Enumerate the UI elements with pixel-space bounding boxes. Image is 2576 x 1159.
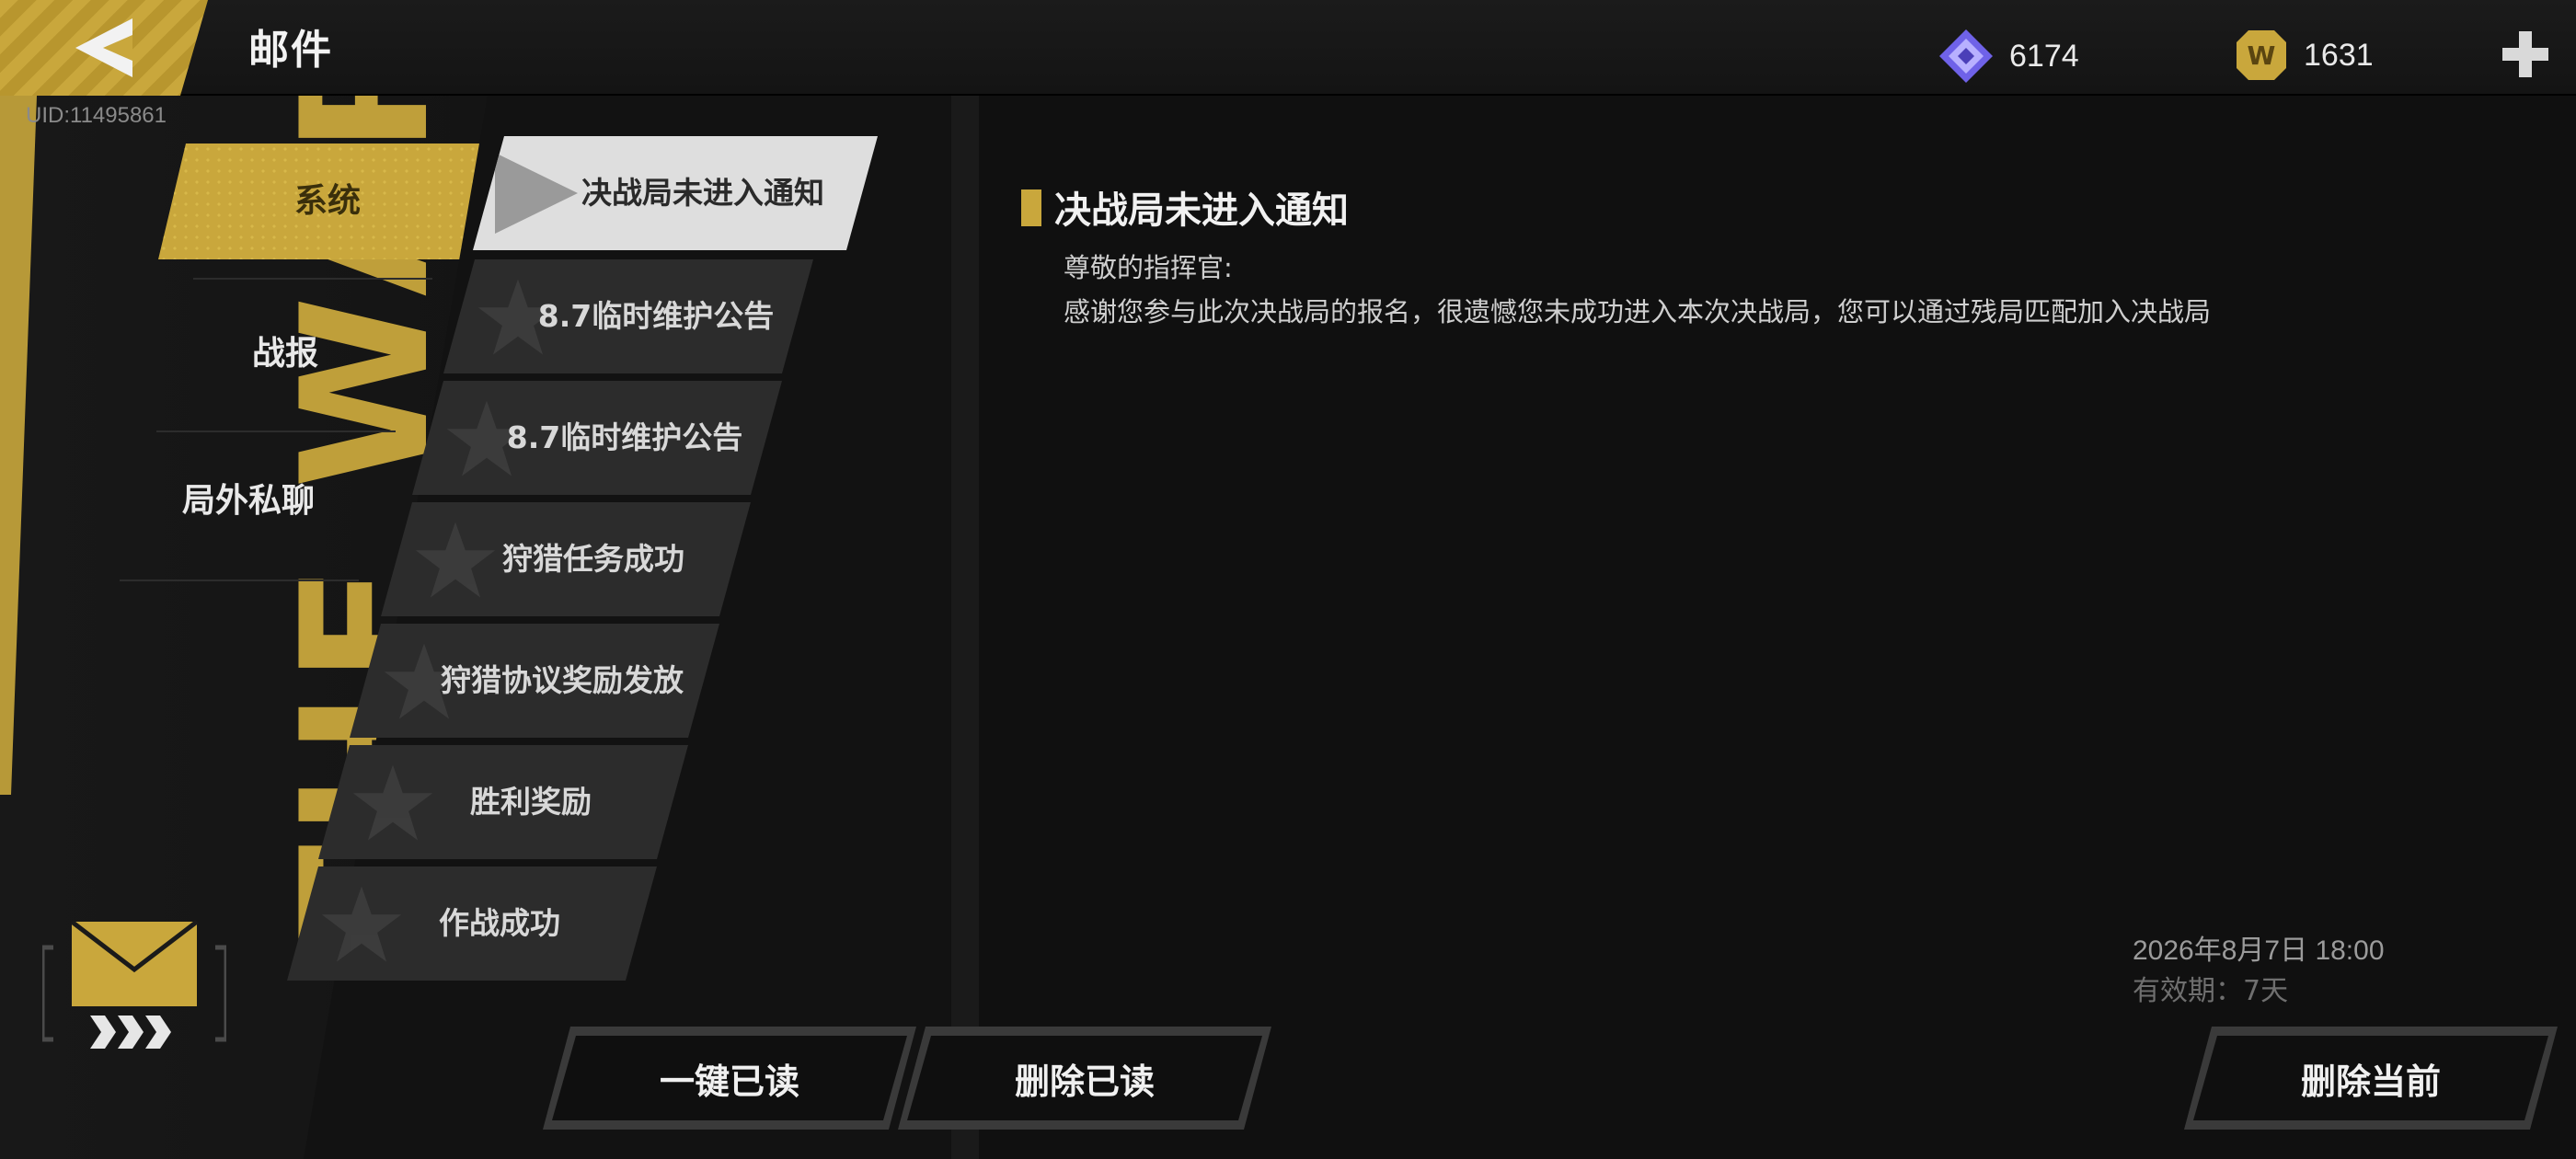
divider [120,580,359,581]
coin-value: 1631 [2304,37,2374,73]
mail-item-label: 作战成功 [439,905,560,941]
mail-item[interactable]: 胜利奖励 [318,745,688,859]
page-title: 邮件 [248,27,333,74]
mail-item-label: 8.7临时维护公告 [537,298,775,334]
mail-title: 决战局未进入通知 [1054,189,1349,232]
coin-currency: W 1631 [2234,28,2374,83]
mail-item-label: 8.7临时维护公告 [506,419,743,455]
back-button[interactable] [0,0,208,96]
mail-item[interactable]: 狩猎任务成功 [381,502,751,616]
delete-read-label: 删除已读 [907,1036,1262,1120]
mail-item-label: 狩猎协议奖励发放 [441,662,684,698]
mail-validity: 有效期：7天 [2133,975,2289,1007]
mail-item[interactable]: 狩猎协议奖励发放 [350,624,719,738]
back-arrow-icon [75,18,132,77]
top-bar: 邮件 6174 W 1631 [0,0,2576,96]
svg-text:W: W [2248,40,2276,71]
mail-item-label: 决战局未进入通知 [581,175,824,211]
title-marker [1021,189,1041,226]
mail-icon[interactable] [40,920,229,1058]
category-system[interactable]: 系统 [158,143,497,259]
delete-read-button[interactable]: 删除已读 [898,1027,1271,1130]
read-all-label: 一键已读 [552,1036,907,1120]
mail-item-label: 狩猎任务成功 [502,541,684,577]
gem-value: 6174 [2009,38,2079,74]
add-currency-button[interactable] [2501,29,2550,79]
mail-greeting: 尊敬的指挥官: [1064,252,1233,283]
uid-label: UID:11495861 [26,103,167,128]
coin-icon: W [2237,30,2286,80]
panel-divider [951,96,979,1159]
delete-current-button[interactable]: 删除当前 [2184,1027,2558,1130]
read-all-button[interactable]: 一键已读 [543,1027,916,1130]
mail-item[interactable]: 8.7临时维护公告 [412,381,782,495]
mail-item-label: 胜利奖励 [470,784,592,820]
mail-body: 感谢您参与此次决战局的报名，很遗憾您未成功进入本次决战局，您可以通过残局匹配加入… [1064,296,2212,327]
gem-currency: 6174 [1938,28,2079,85]
category-private-chat[interactable]: 局外私聊 [120,460,377,543]
category-battle-report[interactable]: 战报 [156,313,414,396]
divider [156,430,396,432]
mail-item[interactable]: 作战成功 [287,866,657,981]
mail-item[interactable]: 8.7临时维护公告 [443,259,813,373]
mail-date: 2026年8月7日 18:00 [2133,935,2385,966]
gem-icon [1939,29,1993,83]
mail-item[interactable]: 决战局未进入通知 [473,136,878,250]
divider [193,278,432,280]
delete-current-label: 删除当前 [2193,1036,2548,1120]
